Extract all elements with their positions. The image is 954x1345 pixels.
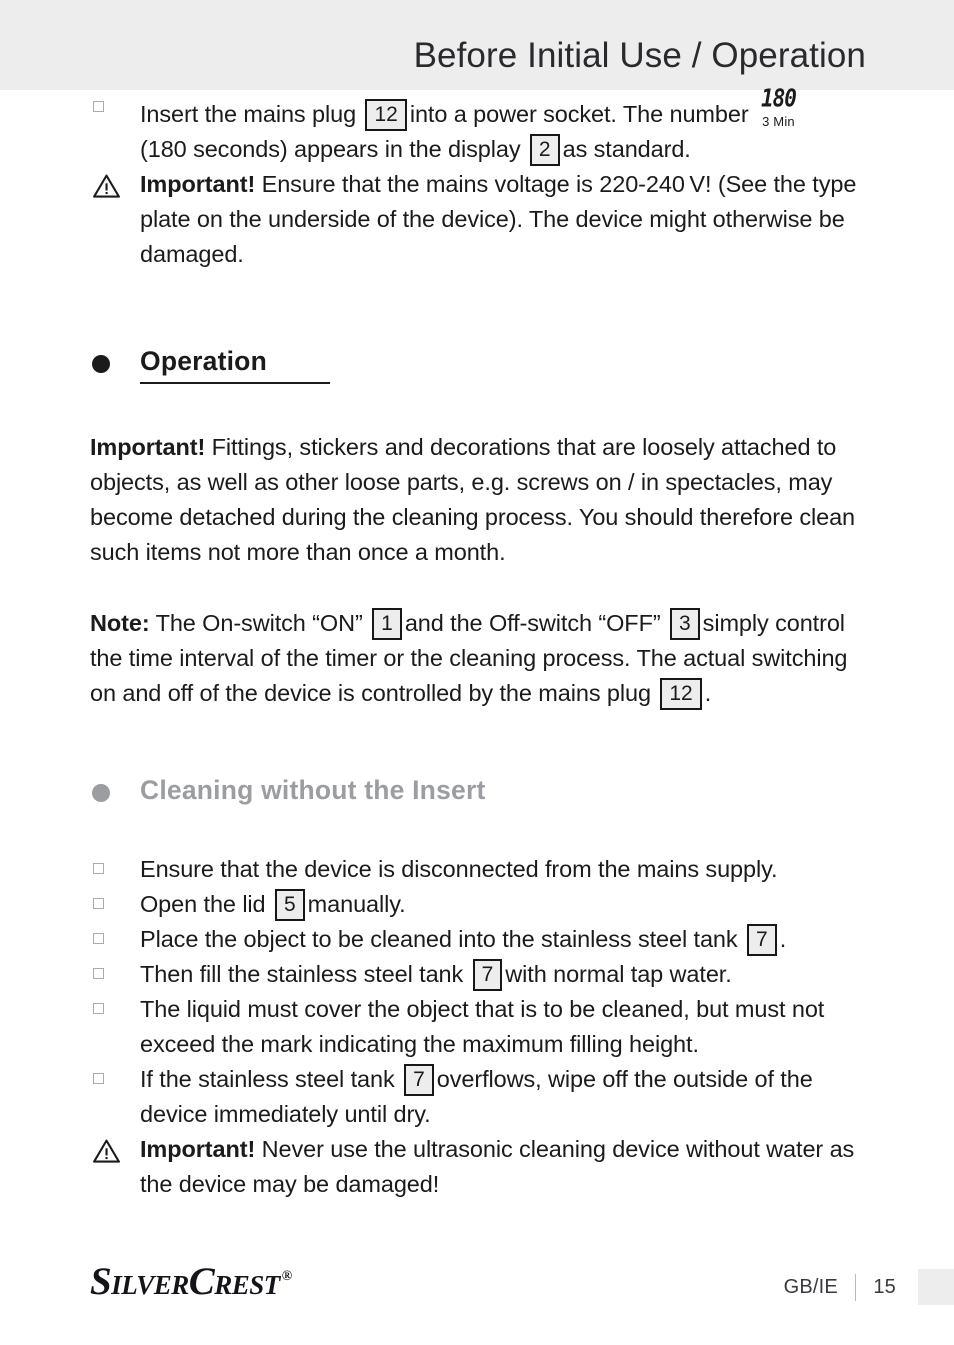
reference-box-12-note: 12 [660, 678, 702, 710]
list-item-text-a: Place the object to be cleaned into the … [140, 926, 738, 952]
warning-triangle-icon [93, 1138, 120, 1163]
page-footer: SilverCrest ® GB/IE 15 [0, 1248, 954, 1345]
silvercrest-logo: SilverCrest ® [90, 1259, 292, 1304]
list-item: If the stainless steel tank 7 overflows, … [90, 1062, 876, 1132]
page-content: Insert the mains plug 12 into a power soc… [0, 86, 954, 1202]
intro-list: Insert the mains plug 12 into a power soc… [90, 86, 876, 167]
section-heading-label: Operation [140, 346, 267, 376]
list-item-text-a: Ensure that the device is disconnected f… [140, 856, 778, 882]
reference-box-3: 3 [669, 608, 700, 640]
warning-label: Important! [140, 1136, 256, 1162]
operation-important-label: Important! [90, 434, 206, 460]
list-item: Ensure that the device is disconnected f… [90, 852, 876, 887]
heading-underline [140, 382, 330, 384]
content-column: Insert the mains plug 12 into a power soc… [90, 86, 876, 1202]
intro-item-text-a: Insert the mains plug [140, 101, 357, 127]
reference-box-7: 7 [747, 924, 777, 956]
registered-trademark-icon: ® [281, 1269, 292, 1284]
list-item: Then fill the stainless steel tank 7 with… [90, 957, 876, 992]
warning-triangle-icon [93, 173, 120, 198]
square-bullet-icon [93, 101, 104, 112]
operation-note-text-b: and the Off-switch “OFF” [404, 610, 661, 636]
section-heading-operation: Operation [90, 346, 876, 384]
warning-label: Important! [140, 171, 256, 197]
page-header-band: Before Initial Use / Operation [0, 0, 954, 90]
operation-note-text-a: The On-switch “ON” [155, 610, 363, 636]
list-item: Place the object to be cleaned into the … [90, 922, 876, 957]
reference-box-2: 2 [529, 134, 560, 166]
lcd-value: 180 [761, 83, 797, 113]
list-item-text-a: Open the lid [140, 891, 266, 917]
list-item: Open the lid 5 manually. [90, 887, 876, 922]
locale-label: GB/IE [783, 1275, 838, 1298]
reference-box-7: 7 [404, 1064, 434, 1096]
reference-box-7: 7 [472, 959, 503, 991]
square-bullet-icon [93, 1073, 104, 1084]
list-item: The liquid must cover the object that is… [90, 992, 876, 1062]
logo-text-silver: Silver [90, 1260, 189, 1303]
intro-item-text-d: as standard. [562, 136, 691, 162]
footer-divider [854, 1273, 857, 1301]
logo-text-crest: Crest [188, 1260, 281, 1303]
bullet-dot-icon [92, 355, 110, 373]
list-item-text-b: with normal tap water. [505, 961, 732, 987]
operation-important-paragraph: Important! Fittings, stickers and decora… [90, 430, 876, 570]
footer-accent-block [918, 1269, 954, 1305]
footer-page-bar: GB/IE 15 [784, 1268, 954, 1306]
cleaning-list: Ensure that the device is disconnected f… [90, 852, 876, 1132]
operation-note-label: Note: [90, 610, 150, 636]
section-heading-label: Cleaning without the Insert [140, 775, 486, 805]
operation-important-text: Fittings, stickers and decorations that … [90, 434, 856, 565]
lcd-display-graphic: 180 3 Min [761, 86, 797, 129]
square-bullet-icon [93, 898, 104, 909]
warning-important-voltage: Important! Ensure that the mains voltage… [90, 167, 876, 272]
square-bullet-icon [93, 1003, 104, 1014]
warning-important-no-water: Important! Never use the ultrasonic clea… [90, 1132, 876, 1202]
intro-item-text-c: (180 seconds) appears in the display [140, 136, 521, 162]
list-item: Insert the mains plug 12 into a power soc… [90, 86, 876, 167]
list-item-text-b: manually. [307, 891, 406, 917]
bullet-dot-icon [92, 784, 110, 802]
square-bullet-icon [93, 863, 104, 874]
reference-box-1: 1 [372, 608, 402, 640]
square-bullet-icon [93, 968, 104, 979]
reference-box-5: 5 [274, 889, 305, 921]
section-heading-cleaning: Cleaning without the Insert [90, 775, 876, 806]
list-item-text-a: The liquid must cover the object that is… [140, 996, 825, 1057]
operation-note-paragraph: Note: The On-switch “ON” 1 and the Off-sw… [90, 606, 876, 711]
square-bullet-icon [93, 933, 104, 944]
intro-item-text-b: into a power socket. The number [409, 101, 749, 127]
lcd-label: 3 Min [762, 114, 795, 129]
page-number: 15 [873, 1275, 896, 1298]
list-item-text-a: Then fill the stainless steel tank [140, 961, 464, 987]
list-item-text-b: . [779, 926, 787, 952]
page-title: Before Initial Use / Operation [413, 36, 866, 75]
reference-box-12: 12 [365, 99, 407, 131]
list-item-text-a: If the stainless steel tank [140, 1066, 395, 1092]
operation-note-text-d: . [704, 680, 712, 706]
